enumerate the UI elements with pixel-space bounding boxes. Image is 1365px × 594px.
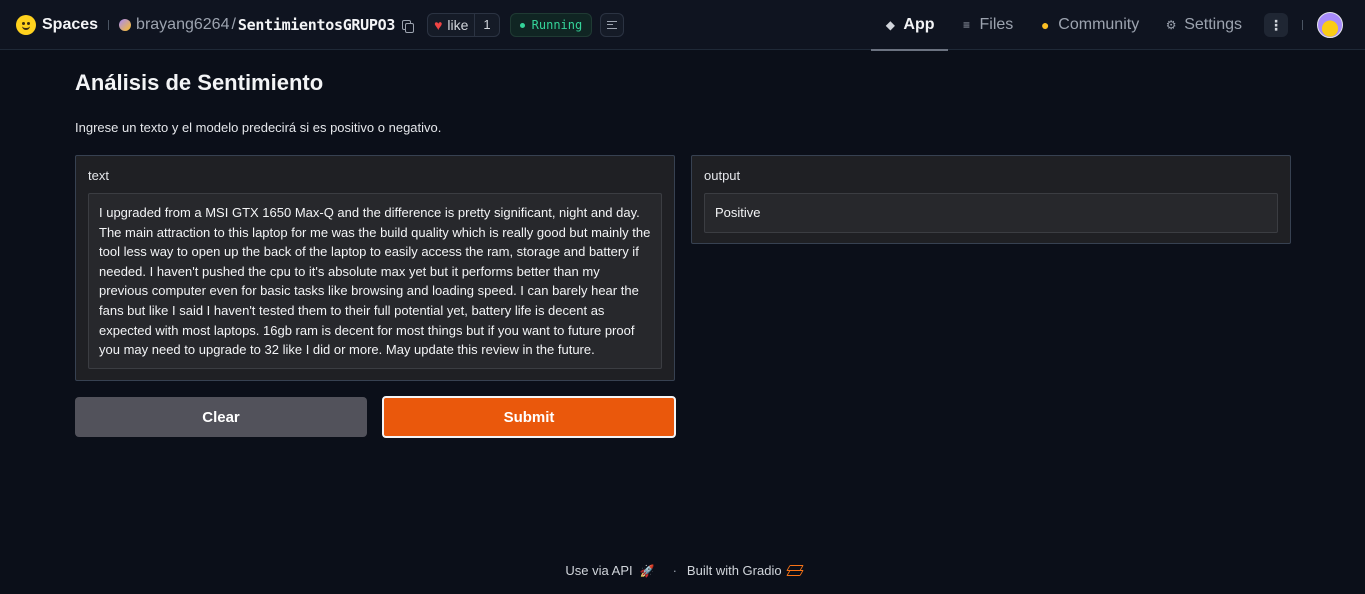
built-with-gradio-link[interactable]: Built with Gradio xyxy=(687,563,782,578)
tab-files[interactable]: ≡ Files xyxy=(948,0,1027,50)
status-label: Running xyxy=(531,18,583,32)
path-separator: / xyxy=(231,16,236,33)
owner-avatar-icon xyxy=(119,19,132,31)
gear-icon: ⚙ xyxy=(1165,18,1177,32)
more-options-button[interactable]: ⋮ xyxy=(1264,13,1288,37)
cube-icon: ◆ xyxy=(885,18,895,32)
like-label: like xyxy=(447,17,469,33)
spaces-link[interactable]: Spaces xyxy=(42,16,98,34)
submit-button[interactable]: Submit xyxy=(382,396,676,438)
logs-icon xyxy=(607,21,618,29)
repo-name-link[interactable]: SentimientosGRUPO3 xyxy=(238,16,395,34)
footer-separator: · xyxy=(672,563,677,578)
top-bar: Spaces brayang6264 / SentimientosGRUPO3 … xyxy=(0,0,1365,51)
output-panel: output Positive xyxy=(691,155,1291,244)
hugging-face-logo-icon[interactable] xyxy=(16,15,36,35)
user-avatar[interactable] xyxy=(1317,12,1343,38)
copy-icon[interactable] xyxy=(402,20,415,33)
divider xyxy=(1302,20,1303,30)
tab-app[interactable]: ◆ App xyxy=(871,0,948,51)
community-icon: ● xyxy=(1041,17,1050,33)
gradio-logo-icon xyxy=(788,565,800,576)
tab-community-label: Community xyxy=(1058,16,1140,33)
tab-community[interactable]: ● Community xyxy=(1026,0,1152,50)
heart-icon: ♥ xyxy=(434,17,443,33)
tab-app-label: App xyxy=(903,16,935,33)
logs-button[interactable] xyxy=(600,13,625,37)
clear-button[interactable]: Clear xyxy=(75,397,367,437)
files-icon: ≡ xyxy=(962,18,970,32)
tab-settings[interactable]: ⚙ Settings xyxy=(1152,0,1255,50)
text-input-label: text xyxy=(88,168,109,183)
space-nav: ◆ App ≡ Files ● Community ⚙ Settings ⋮ xyxy=(871,0,1365,51)
text-input-panel: text I upgraded from a MSI GTX 1650 Max-… xyxy=(75,155,675,381)
space-header: Spaces brayang6264 / SentimientosGRUPO3 … xyxy=(16,0,625,50)
tab-settings-label: Settings xyxy=(1184,16,1242,33)
output-field[interactable]: Positive xyxy=(704,193,1278,233)
rocket-icon: 🚀 xyxy=(639,563,655,578)
footer: Use via API 🚀 · Built with Gradio xyxy=(0,563,1365,578)
status-dot-icon xyxy=(519,22,525,28)
divider xyxy=(108,20,110,30)
tab-files-label: Files xyxy=(979,16,1014,33)
page-title: Análisis de Sentimiento xyxy=(75,70,324,95)
page-description: Ingrese un texto y el modelo predecirá s… xyxy=(75,120,442,135)
like-count[interactable]: 1 xyxy=(474,13,498,37)
text-input-field[interactable]: I upgraded from a MSI GTX 1650 Max-Q and… xyxy=(88,193,662,369)
owner-link[interactable]: brayang6264 xyxy=(136,16,229,34)
like-button[interactable]: ♥ like 1 xyxy=(427,13,500,37)
status-badge[interactable]: Running xyxy=(509,13,593,37)
use-via-api-link[interactable]: Use via API xyxy=(565,563,632,578)
output-label: output xyxy=(704,168,741,183)
